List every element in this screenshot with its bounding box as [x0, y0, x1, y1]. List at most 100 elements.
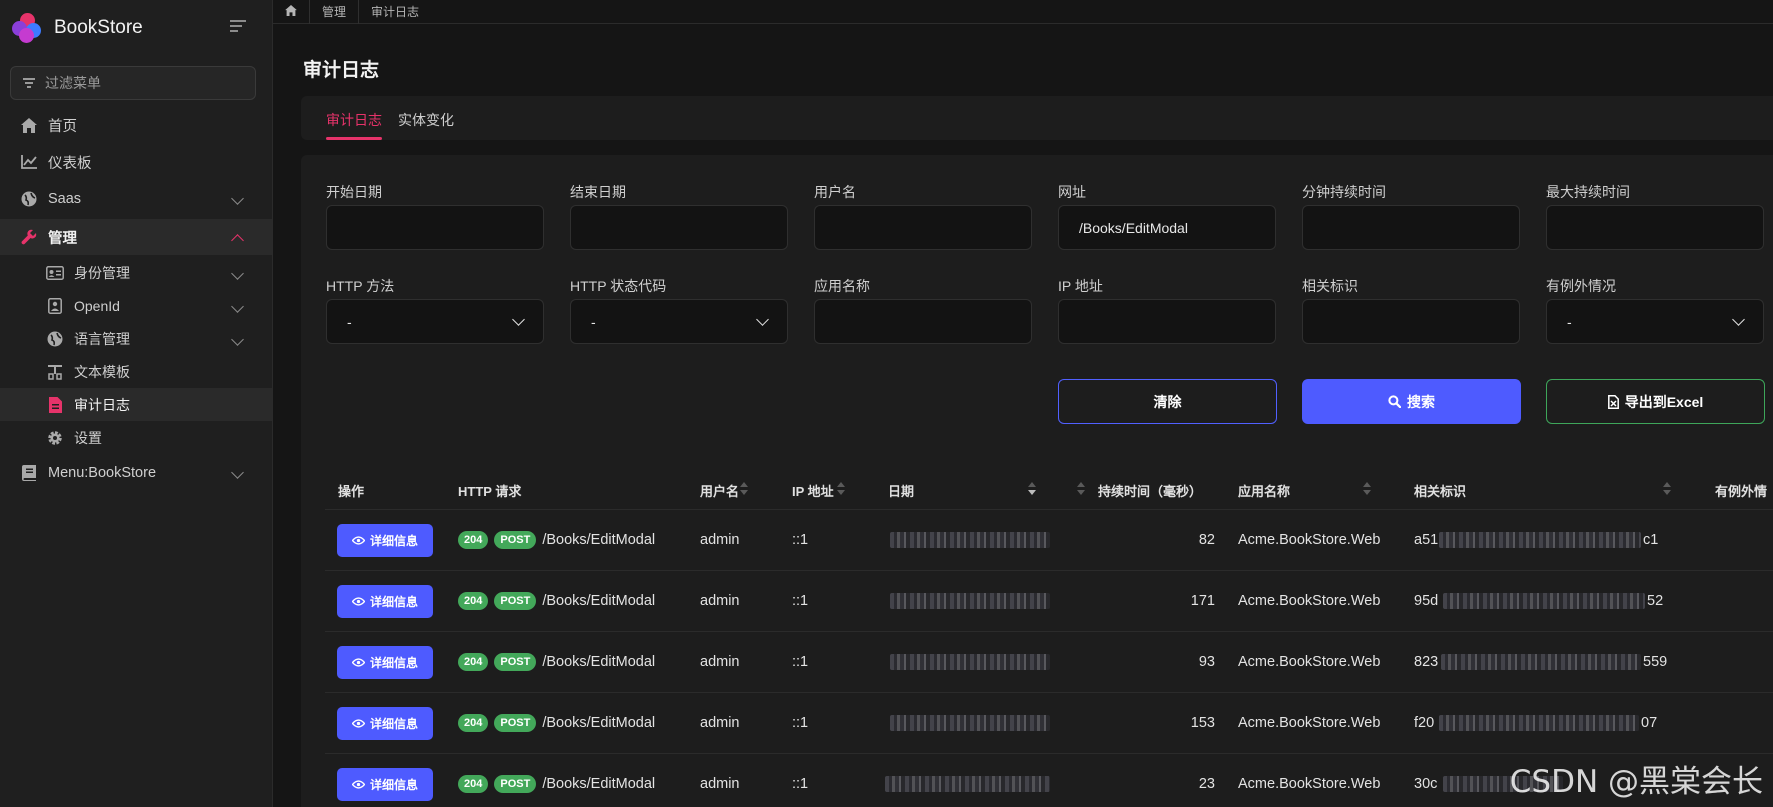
start-date-input[interactable] [326, 205, 544, 250]
details-button-label: 详细信息 [369, 656, 418, 670]
min-duration-input[interactable] [1302, 205, 1520, 250]
sidebar-item-identity[interactable]: 身份管理 [0, 256, 272, 289]
clear-button[interactable]: 清除 [1058, 379, 1277, 424]
sort-icon[interactable] [740, 482, 748, 496]
ip-cell: ::1 [792, 654, 809, 670]
sidebar-item-audit-logs[interactable]: 审计日志 [0, 388, 272, 421]
sidebar-item-menu-bookstore[interactable]: Menu:BookStore [0, 455, 272, 491]
sidebar-item-label: 首页 [48, 118, 77, 135]
clear-button-label: 清除 [1153, 393, 1182, 410]
sort-icon[interactable] [1077, 482, 1085, 496]
http-status-select[interactable]: - [570, 299, 788, 344]
ip-address-input[interactable] [1058, 299, 1276, 344]
sidebar-item-saas[interactable]: Saas [0, 181, 272, 217]
request-url: /Books/EditModal [542, 593, 656, 609]
tab-entity-changes[interactable]: 实体变化 [398, 110, 454, 130]
min-duration-label: 分钟持续时间 [1302, 184, 1386, 200]
username-cell: admin [700, 715, 740, 731]
table-row: 详细信息 204 POST /Books/EditModal admin ::1… [325, 570, 1773, 631]
app-title: BookStore [54, 17, 143, 38]
method-badge: POST [494, 592, 537, 610]
has-exception-select[interactable]: - [1546, 299, 1764, 344]
sidebar-item-home[interactable]: 首页 [0, 107, 272, 143]
search-button[interactable]: 搜索 [1302, 379, 1521, 424]
details-button-label: 详细信息 [369, 595, 418, 609]
max-duration-input[interactable] [1546, 205, 1764, 250]
status-badge: 204 [458, 775, 489, 793]
excel-file-icon [1607, 394, 1619, 409]
column-header-username[interactable]: 用户名 [700, 481, 739, 500]
menu-filter-input[interactable]: 过滤菜单 [10, 66, 256, 100]
chevron-down-icon [231, 333, 244, 346]
chevron-down-icon [231, 267, 244, 280]
details-button[interactable]: 详细信息 [337, 768, 433, 801]
book-icon [20, 464, 38, 482]
bookstore-logo-icon [12, 13, 42, 43]
page-title: 审计日志 [303, 60, 380, 81]
sidebar-item-languages[interactable]: 语言管理 [0, 322, 272, 355]
correlation-id-end: c1 [1643, 532, 1659, 548]
tab-audit-logs[interactable]: 审计日志 [326, 110, 382, 130]
sidebar-item-label: 身份管理 [74, 264, 130, 281]
column-header-http-request: HTTP 请求 [458, 484, 522, 499]
details-button[interactable]: 详细信息 [337, 585, 433, 618]
column-header-ip-address[interactable]: IP 地址 [792, 481, 834, 500]
sidebar-item-text-templates[interactable]: 文本模板 [0, 355, 272, 388]
eye-icon [351, 780, 365, 789]
correlation-id-start: 30c [1414, 776, 1438, 792]
sort-icon[interactable] [837, 482, 845, 496]
app-name-input[interactable] [814, 299, 1032, 344]
request-url: /Books/EditModal [542, 654, 656, 670]
chevron-down-icon [1732, 313, 1745, 326]
home-icon [285, 4, 297, 19]
sort-icon[interactable] [1363, 482, 1371, 496]
eye-icon [351, 536, 365, 545]
app-name-cell: Acme.BookStore.Web [1238, 715, 1381, 731]
http-method-select[interactable]: - [326, 299, 544, 344]
start-date-label: 开始日期 [326, 184, 382, 200]
http-method-value: - [347, 313, 352, 330]
correlation-id-end: 52 [1647, 593, 1664, 609]
username-input[interactable] [814, 205, 1032, 250]
duration-cell: 171 [1190, 593, 1215, 609]
sidebar-item-admin[interactable]: 管理 [0, 219, 272, 255]
correlation-id-input[interactable] [1302, 299, 1520, 344]
sidebar-item-label: 文本模板 [74, 363, 130, 380]
sidebar-item-settings[interactable]: 设置 [0, 421, 272, 454]
gear-icon [46, 429, 64, 447]
chevron-up-icon [231, 234, 244, 247]
column-header-app-name[interactable]: 应用名称 [1238, 481, 1290, 500]
table-row: 详细信息 204 POST /Books/EditModal admin ::1… [325, 509, 1773, 570]
column-header-has-exception: 有例外情 [1715, 484, 1768, 499]
eye-icon [351, 719, 365, 728]
menu-collapse-icon[interactable] [230, 20, 248, 34]
end-date-label: 结束日期 [570, 184, 626, 200]
sidebar-item-label: Saas [48, 191, 82, 207]
sidebar-item-openid[interactable]: OpenId [0, 289, 272, 322]
date-cell-redacted [890, 715, 1050, 731]
export-excel-button[interactable]: 导出到Excel [1546, 379, 1765, 424]
sort-icon[interactable] [1663, 482, 1671, 496]
column-header-duration[interactable]: 持续时间（毫秒） [1098, 481, 1202, 500]
ip-cell: ::1 [792, 776, 809, 792]
details-button[interactable]: 详细信息 [337, 707, 433, 740]
brand[interactable]: BookStore [12, 10, 262, 46]
details-button[interactable]: 详细信息 [337, 646, 433, 679]
sidebar-item-label: 管理 [48, 230, 77, 247]
column-header-date[interactable]: 日期 [888, 481, 914, 500]
breadcrumb-home[interactable] [273, 0, 310, 24]
table-row: 详细信息 204 POST /Books/EditModal admin ::1… [325, 692, 1773, 753]
request-url: /Books/EditModal [542, 532, 656, 548]
sidebar-item-dashboard[interactable]: 仪表板 [0, 144, 272, 180]
table-row: 详细信息 204 POST /Books/EditModal admin ::1… [325, 631, 1773, 692]
details-button[interactable]: 详细信息 [337, 524, 433, 557]
chevron-down-icon [231, 192, 244, 205]
column-header-correlation-id[interactable]: 相关标识 [1414, 481, 1466, 500]
breadcrumb-item[interactable]: 管理 [310, 0, 360, 24]
http-method-label: HTTP 方法 [326, 278, 395, 294]
duration-cell: 82 [1198, 532, 1215, 548]
end-date-input[interactable] [570, 205, 788, 250]
url-input[interactable]: /Books/EditModal [1058, 205, 1276, 250]
http-status-value: - [591, 313, 596, 330]
sort-desc-icon[interactable] [1028, 482, 1036, 496]
